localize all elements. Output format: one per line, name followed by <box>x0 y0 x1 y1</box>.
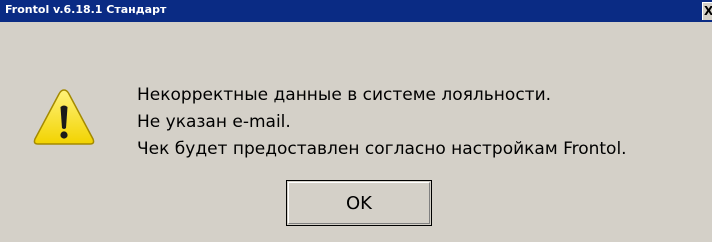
ok-button-label: OK <box>346 192 372 214</box>
message-line: Некорректные данные в системе лояльности… <box>137 85 552 105</box>
window-title: Frontol v.6.18.1 Стандарт <box>5 3 167 16</box>
ok-button[interactable]: OK <box>286 180 432 226</box>
title-bar[interactable]: Frontol v.6.18.1 Стандарт X <box>0 0 712 22</box>
close-button[interactable]: X <box>702 2 712 20</box>
message-line: Чек будет предоставлен согласно настройк… <box>137 139 627 159</box>
message-text: Некорректные данные в системе лояльности… <box>137 82 627 163</box>
message-line: Не указан e-mail. <box>137 112 291 132</box>
message-dialog-window: Frontol v.6.18.1 Стандарт X Некорректные… <box>0 0 712 242</box>
warning-icon <box>33 89 95 145</box>
